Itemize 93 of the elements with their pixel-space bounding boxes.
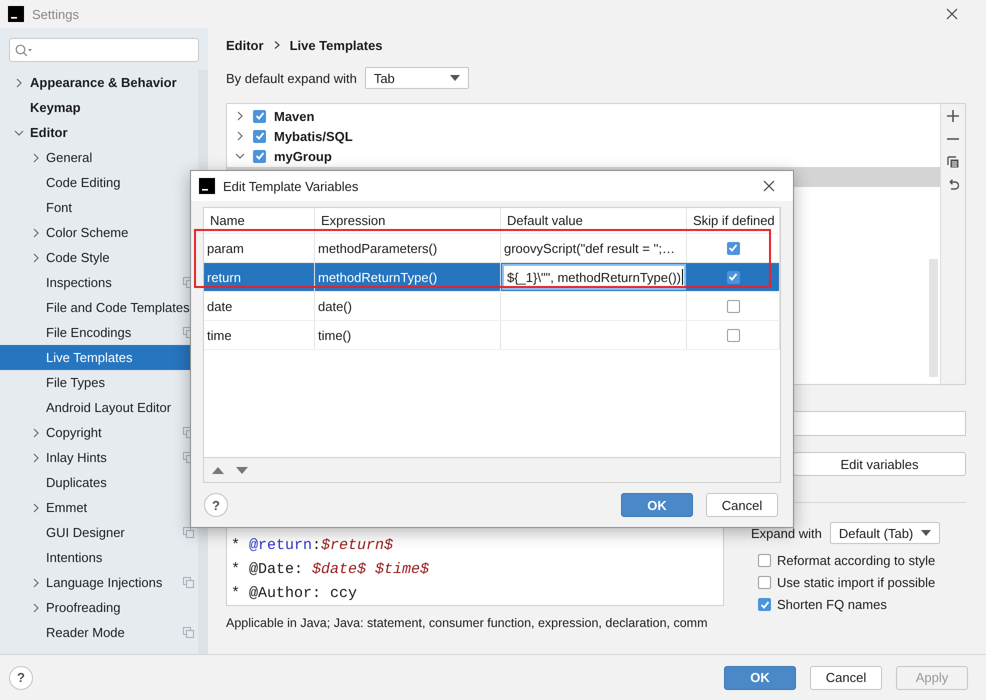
dialog-title: Edit Template Variables bbox=[223, 178, 360, 194]
undo-icon[interactable] bbox=[947, 179, 959, 191]
chevron-right-icon[interactable] bbox=[31, 602, 41, 612]
code-line: * @return:$return$ bbox=[230, 536, 394, 556]
variable-row[interactable]: date date() bbox=[204, 292, 780, 321]
sidebar-item[interactable]: Appearance & Behavior bbox=[0, 70, 198, 95]
checkbox[interactable] bbox=[758, 598, 771, 611]
help-button[interactable]: ? bbox=[204, 493, 228, 517]
help-button[interactable]: ? bbox=[9, 666, 33, 690]
table-cell: methodReturnType() bbox=[315, 263, 501, 291]
checkbox[interactable] bbox=[253, 130, 266, 142]
dropdown-caret-icon bbox=[450, 75, 460, 81]
checkbox[interactable] bbox=[726, 242, 740, 254]
description-field[interactable] bbox=[793, 411, 966, 436]
checkbox[interactable] bbox=[726, 300, 740, 312]
copy-icon[interactable] bbox=[947, 156, 959, 168]
dialog-button[interactable]: Cancel bbox=[810, 666, 882, 690]
applicable-contexts-text: Applicable in Java; Java: statement, consumer function, expression, declaration, comm bbox=[226, 616, 708, 630]
dialog-button[interactable]: OK bbox=[621, 493, 693, 517]
sidebar-item[interactable]: Intentions bbox=[0, 545, 198, 570]
move-down-icon[interactable] bbox=[236, 466, 248, 474]
chevron-right-icon[interactable] bbox=[31, 152, 41, 162]
variable-row[interactable]: time time() bbox=[204, 321, 780, 350]
cell-input-field[interactable]: ${_1}\"", methodReturnType()) bbox=[502, 264, 686, 290]
chevron-right-icon[interactable] bbox=[31, 578, 41, 588]
close-icon[interactable] bbox=[763, 180, 775, 192]
checkbox[interactable] bbox=[758, 554, 771, 567]
chevron-right-icon[interactable] bbox=[31, 502, 41, 512]
code-line: * @Author: ccy bbox=[230, 584, 358, 604]
sidebar-item[interactable]: General bbox=[0, 145, 198, 170]
template-group[interactable]: Maven bbox=[274, 108, 314, 124]
dialog-button[interactable]: Cancel bbox=[706, 493, 778, 517]
close-icon[interactable] bbox=[946, 8, 958, 20]
table-cell: methodParameters() bbox=[315, 234, 501, 262]
sidebar-item[interactable]: Emmet bbox=[0, 495, 198, 520]
table-cell: param bbox=[204, 234, 315, 262]
template-group[interactable]: Mybatis/SQL bbox=[274, 128, 353, 144]
chevron-right-icon[interactable] bbox=[14, 78, 24, 88]
table-cell: time bbox=[204, 321, 315, 349]
table-cell: groovyScript("def result = '';… bbox=[501, 234, 687, 262]
checkbox[interactable] bbox=[726, 270, 740, 284]
checkbox-label[interactable]: Use static import if possible bbox=[777, 575, 936, 590]
chevron-right-icon[interactable] bbox=[235, 111, 245, 121]
code-line: * @Date: $date$ $time$ bbox=[230, 560, 430, 580]
chevron-right-icon[interactable] bbox=[31, 252, 41, 262]
checkbox[interactable] bbox=[253, 110, 266, 122]
table-cell: date() bbox=[315, 292, 501, 320]
plus-icon[interactable] bbox=[947, 110, 959, 122]
breadcrumb-item: Editor bbox=[226, 38, 264, 52]
table-cell: return bbox=[204, 263, 315, 291]
sidebar-item[interactable]: Proofreading bbox=[0, 595, 198, 620]
table-cell: time() bbox=[315, 321, 501, 349]
checkbox[interactable] bbox=[758, 576, 771, 589]
checkbox-label[interactable]: Shorten FQ names bbox=[777, 597, 887, 612]
expand-with-dropdown[interactable]: Default (Tab) bbox=[830, 522, 940, 544]
sidebar-item[interactable]: Reader Mode bbox=[0, 620, 198, 645]
chevron-right-icon[interactable] bbox=[31, 428, 41, 438]
checkbox[interactable] bbox=[253, 150, 266, 162]
column-header[interactable]: Skip if defined bbox=[687, 208, 780, 233]
chevron-right-icon[interactable] bbox=[31, 452, 41, 462]
edit-variables-button[interactable]: Edit variables bbox=[793, 452, 966, 476]
dropdown-caret-icon bbox=[920, 530, 931, 536]
chevron-down-icon[interactable] bbox=[14, 128, 24, 138]
expand-dropdown[interactable]: Tab bbox=[364, 67, 469, 89]
checkbox[interactable] bbox=[726, 328, 740, 342]
expand-with-label: Expand with bbox=[751, 526, 822, 540]
move-up-icon[interactable] bbox=[212, 466, 224, 474]
table-cell: date bbox=[204, 292, 315, 320]
app-logo-icon bbox=[199, 178, 215, 194]
column-header[interactable]: Default value bbox=[501, 208, 687, 233]
breadcrumb-item: Live Templates bbox=[290, 38, 383, 52]
expand-label: By default expand with bbox=[226, 70, 357, 86]
template-group[interactable]: myGroup bbox=[274, 148, 332, 164]
dialog-button[interactable]: OK bbox=[724, 666, 796, 690]
chevron-down-icon[interactable] bbox=[235, 151, 245, 161]
window-title: Settings bbox=[32, 6, 80, 22]
sidebar-item[interactable]: Code Style bbox=[0, 245, 198, 270]
search-icon bbox=[15, 44, 33, 56]
sidebar-item[interactable]: Editor bbox=[0, 120, 198, 145]
sidebar-item[interactable]: Color Scheme bbox=[0, 220, 198, 245]
chevron-right-icon[interactable] bbox=[235, 131, 245, 141]
column-header[interactable]: Expression bbox=[315, 208, 501, 233]
checkbox-label[interactable]: Reformat according to style bbox=[777, 553, 936, 568]
chevron-right-icon bbox=[274, 41, 280, 49]
column-header[interactable]: Name bbox=[204, 208, 315, 233]
sidebar-item[interactable]: Keymap bbox=[0, 95, 198, 120]
search-field[interactable] bbox=[9, 38, 199, 62]
variable-row[interactable]: return methodReturnType() ${_1}\"", methodReturnType()) bbox=[204, 263, 780, 292]
chevron-right-icon[interactable] bbox=[31, 228, 41, 238]
sidebar-item[interactable]: Language Injections bbox=[0, 570, 198, 595]
app-logo-icon bbox=[8, 6, 24, 22]
sidebar-item[interactable]: GUI Designer bbox=[0, 520, 198, 545]
scrollbar[interactable] bbox=[929, 259, 938, 377]
